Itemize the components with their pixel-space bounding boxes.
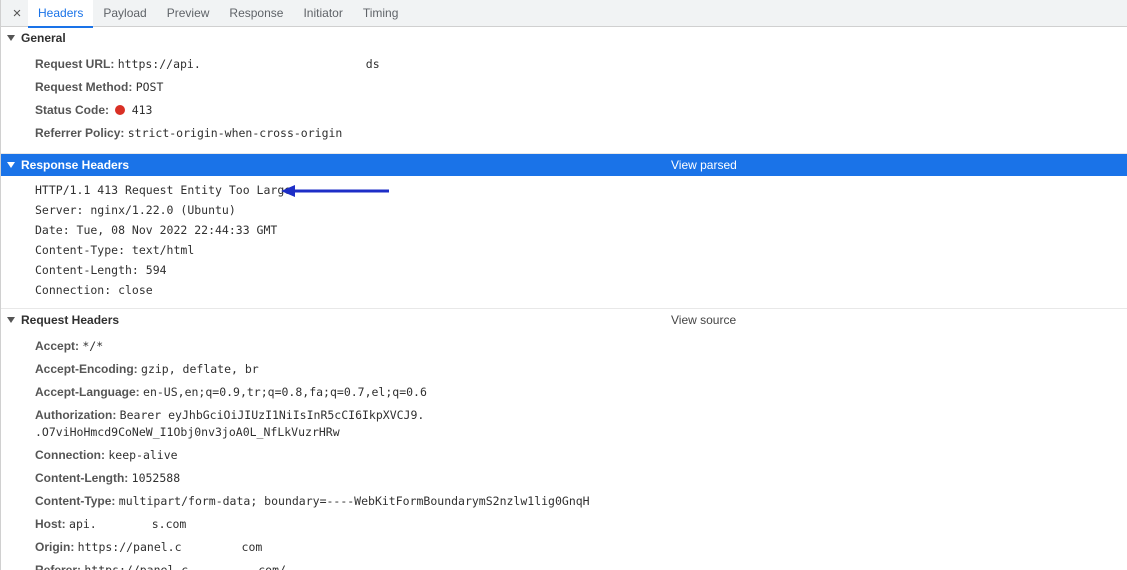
headers-panel: General Request URL: https://api. ds Requ… [0, 27, 1127, 570]
value-part: ds [366, 57, 380, 71]
value: 1052588 [132, 471, 180, 485]
close-icon[interactable]: × [6, 2, 28, 24]
raw-text: HTTP/1.1 413 Request Entity Too Large [35, 183, 291, 197]
value: multipart/form-data; boundary=----WebKit… [119, 494, 590, 508]
value-part: Bearer eyJhbGciOiJIUzI1NiIsInR5cCI6IkpXV… [120, 408, 425, 422]
raw-line: Date: Tue, 08 Nov 2022 22:44:33 GMT [1, 220, 1127, 240]
tab-timing[interactable]: Timing [353, 0, 409, 26]
value-part: https://panel.c [84, 563, 188, 570]
value: */* [82, 339, 103, 353]
value: keep-alive [108, 448, 177, 462]
status-error-icon [115, 105, 125, 115]
value-part: s.com [152, 517, 187, 531]
label: Request Method: [35, 80, 132, 94]
general-rows: Request URL: https://api. ds Request Meth… [1, 49, 1127, 153]
view-source-link[interactable]: View source [671, 313, 736, 327]
response-headers-section-header[interactable]: Response Headers View parsed [1, 154, 1127, 176]
value-part: https://panel.c [78, 540, 182, 554]
general-section-header[interactable]: General [1, 27, 1127, 49]
label: Authorization: [35, 408, 116, 422]
row-request-url: Request URL: https://api. ds [1, 53, 1127, 76]
header-row: Content-Length: 1052588 [1, 467, 1127, 490]
label: Accept-Encoding: [35, 362, 138, 376]
response-raw-lines: HTTP/1.1 413 Request Entity Too Large Se… [1, 176, 1127, 308]
caret-down-icon [7, 317, 15, 323]
request-headers-section: Request Headers View source Accept: */* … [1, 309, 1127, 570]
annotation-arrow-icon [281, 182, 391, 200]
value: strict-origin-when-cross-origin [128, 126, 343, 140]
label: Host: [35, 517, 66, 531]
section-title: Request Headers [21, 313, 119, 327]
value: POST [136, 80, 164, 94]
header-row: Accept-Encoding: gzip, deflate, br [1, 358, 1127, 381]
tab-initiator[interactable]: Initiator [293, 0, 352, 26]
value: https://panel.c com [78, 540, 263, 554]
section-title: General [21, 31, 66, 45]
tab-preview[interactable]: Preview [157, 0, 220, 26]
request-headers-section-header[interactable]: Request Headers View source [1, 309, 1127, 331]
value: gzip, deflate, br [141, 362, 259, 376]
value: https://panel.c com/ [84, 563, 286, 570]
raw-line: Content-Type: text/html [1, 240, 1127, 260]
network-detail-tabs: × Headers Payload Preview Response Initi… [0, 0, 1127, 27]
value-part: .O7viHoHmcd9CoNeW_I1Obj0nv3joA0L_NfLkVuz… [35, 425, 340, 439]
header-row: Host: api. s.com [1, 513, 1127, 536]
value: en-US,en;q=0.9,tr;q=0.8,fa;q=0.7,el;q=0.… [143, 385, 427, 399]
row-status-code: Status Code: 413 [1, 99, 1127, 122]
header-row: Authorization: Bearer eyJhbGciOiJIUzI1Ni… [1, 404, 1127, 444]
value-part: api. [69, 517, 97, 531]
label: Referer: [35, 563, 81, 570]
request-header-rows: Accept: */* Accept-Encoding: gzip, defla… [1, 331, 1127, 570]
value: api. s.com [69, 517, 186, 531]
view-parsed-link[interactable]: View parsed [671, 158, 737, 172]
value: https://api. ds [118, 57, 380, 71]
caret-down-icon [7, 162, 15, 168]
response-headers-section: Response Headers View parsed HTTP/1.1 41… [1, 154, 1127, 309]
raw-line: Server: nginx/1.22.0 (Ubuntu) [1, 200, 1127, 220]
value: Bearer eyJhbGciOiJIUzI1NiIsInR5cCI6IkpXV… [35, 408, 854, 439]
label: Request URL: [35, 57, 114, 71]
header-row: Accept: */* [1, 335, 1127, 358]
section-title: Response Headers [21, 158, 129, 172]
header-row: Origin: https://panel.c com [1, 536, 1127, 559]
tab-headers[interactable]: Headers [28, 0, 93, 28]
label: Connection: [35, 448, 105, 462]
label: Referrer Policy: [35, 126, 124, 140]
row-request-method: Request Method: POST [1, 76, 1127, 99]
label: Accept-Language: [35, 385, 140, 399]
raw-line: Connection: close [1, 280, 1127, 300]
general-section: General Request URL: https://api. ds Requ… [1, 27, 1127, 154]
tab-response[interactable]: Response [219, 0, 293, 26]
row-referrer-policy: Referrer Policy: strict-origin-when-cros… [1, 122, 1127, 145]
caret-down-icon [7, 35, 15, 41]
label: Content-Length: [35, 471, 128, 485]
value-part: com/ [258, 563, 286, 570]
header-row: Connection: keep-alive [1, 444, 1127, 467]
label: Accept: [35, 339, 79, 353]
header-row: Referer: https://panel.c com/ [1, 559, 1127, 570]
raw-line: HTTP/1.1 413 Request Entity Too Large [1, 180, 1127, 200]
value-part: https://api. [118, 57, 201, 71]
label: Content-Type: [35, 494, 115, 508]
header-row: Content-Type: multipart/form-data; bound… [1, 490, 1127, 513]
value-part: com [242, 540, 263, 554]
raw-line: Content-Length: 594 [1, 260, 1127, 280]
label: Status Code: [35, 103, 109, 117]
value: 413 [132, 103, 153, 117]
tab-payload[interactable]: Payload [93, 0, 156, 26]
label: Origin: [35, 540, 74, 554]
header-row: Accept-Language: en-US,en;q=0.9,tr;q=0.8… [1, 381, 1127, 404]
